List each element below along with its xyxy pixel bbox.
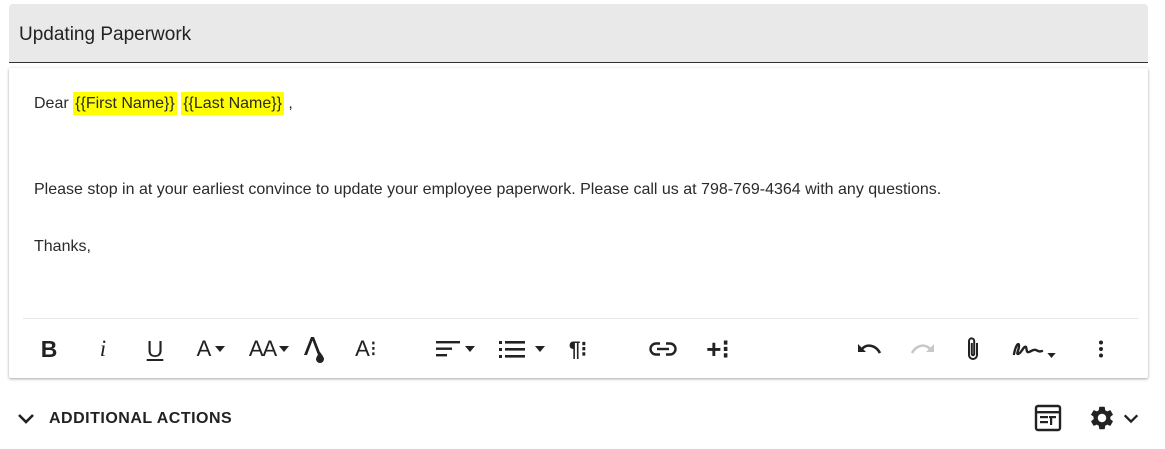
gear-icon [1090, 406, 1113, 430]
font-icon: A [196, 336, 212, 361]
paragraph-format-button[interactable]: ¶⁝ [561, 330, 595, 368]
redo-button[interactable] [905, 330, 939, 368]
additional-actions-row: ADDITIONAL ACTIONS [0, 398, 1165, 440]
more-text-icon: A⁝ [355, 336, 377, 361]
redo-icon [910, 344, 934, 354]
template-button[interactable] [1034, 404, 1062, 437]
italic-button[interactable]: i [87, 330, 119, 368]
underline-icon: U [146, 335, 164, 362]
more-text-button[interactable]: A⁝ [349, 330, 383, 368]
link-icon [649, 342, 677, 356]
settings-menu-button[interactable] [1088, 404, 1146, 432]
highlight-color-icon [304, 337, 324, 363]
bold-icon: B [40, 335, 58, 362]
undo-button[interactable] [853, 330, 887, 368]
subject-field[interactable]: Updating Paperwork [9, 4, 1148, 63]
more-vertical-icon [1099, 340, 1103, 358]
signature-icon [1012, 342, 1044, 356]
align-button[interactable] [433, 330, 477, 368]
additional-actions-toggle[interactable] [16, 408, 36, 433]
attach-file-button[interactable] [959, 330, 987, 368]
dropdown-caret-icon [535, 346, 545, 352]
insert-icon: +⁝ [706, 333, 730, 364]
formatting-toolbar: B i U A AA A⁝ ¶⁝ +⁝ [9, 330, 1148, 370]
dropdown-caret-icon [1047, 352, 1056, 358]
attachment-icon [968, 337, 978, 360]
align-icon [435, 341, 460, 357]
subject-text: Updating Paperwork [19, 24, 192, 45]
insert-link-button[interactable] [647, 330, 679, 368]
additional-actions-label[interactable]: ADDITIONAL ACTIONS [49, 410, 232, 428]
greeting-comma: , [288, 95, 293, 112]
font-family-button[interactable]: A [191, 330, 231, 368]
font-size-icon: AA [248, 336, 277, 361]
italic-icon: i [99, 336, 107, 361]
message-editor[interactable]: Dear {{First Name}} {{Last Name}} , Plea… [9, 68, 1148, 378]
list-icon [499, 340, 525, 358]
closing-line: Thanks, [34, 238, 91, 255]
first-name-token[interactable]: {{First Name}} [73, 92, 177, 115]
signature-button[interactable] [1009, 330, 1059, 368]
dropdown-caret-icon [464, 346, 475, 352]
dropdown-caret-icon [215, 346, 226, 352]
paragraph-line: Please stop in at your earliest convince… [34, 181, 942, 198]
chevron-down-icon [1123, 414, 1139, 424]
more-options-button[interactable] [1087, 330, 1115, 368]
greeting-line: Dear {{First Name}} {{Last Name}} , [34, 92, 293, 115]
last-name-token[interactable]: {{Last Name}} [181, 92, 284, 115]
list-button[interactable] [493, 330, 551, 368]
insert-more-button[interactable]: +⁝ [701, 330, 735, 368]
underline-button[interactable]: U [139, 330, 171, 368]
template-icon [1034, 404, 1062, 432]
paragraph-icon: ¶⁝ [568, 337, 588, 361]
bold-button[interactable]: B [33, 330, 65, 368]
chevron-down-icon [18, 414, 34, 424]
undo-icon [858, 344, 882, 354]
toolbar-divider [23, 318, 1138, 319]
dropdown-caret-icon [279, 346, 290, 352]
greeting-word: Dear [34, 95, 69, 112]
font-size-button[interactable]: AA [245, 330, 293, 368]
highlight-color-button[interactable] [299, 330, 329, 368]
